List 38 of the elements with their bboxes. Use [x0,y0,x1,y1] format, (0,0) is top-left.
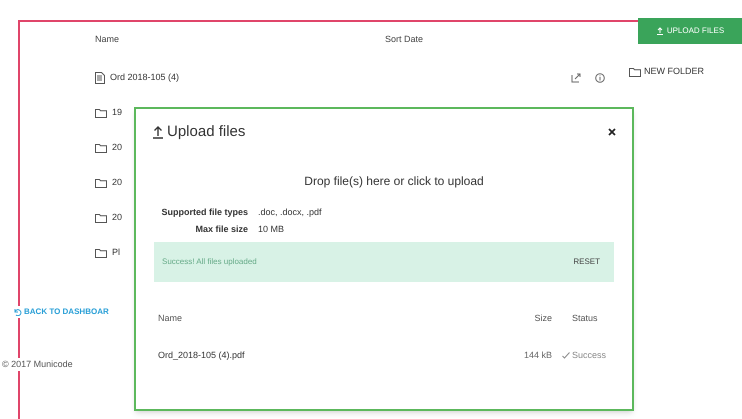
document-icon [95,72,105,84]
folder-icon [629,66,641,77]
info-value: .doc, .docx, .pdf [258,206,322,219]
info-label: Max file size [194,223,248,236]
file-name[interactable]: 20 [112,210,122,224]
folder-icon [95,178,107,188]
folder-icon [95,248,107,258]
drop-zone-text[interactable]: Drop file(s) here or click to upload [156,172,632,190]
folder-icon [95,212,107,222]
upload-icon [152,125,164,140]
table-cell-text: Success [572,349,606,362]
info-label: Supported file types [160,206,248,219]
info-value: 10 MB [258,223,284,236]
progress-text: Success! All files uploaded [162,256,257,268]
folder-icon [95,142,107,152]
file-name[interactable]: 20 [112,176,122,190]
info-icon[interactable] [595,72,605,82]
reset-button[interactable]: RESET [573,256,600,268]
share-icon[interactable] [571,72,581,82]
upload-icon [656,27,664,35]
check-icon [562,352,570,360]
file-name[interactable]: 19 [112,106,122,120]
copyright-text: © 2017 Municode [2,358,73,371]
dialog-title: Upload files [167,122,246,142]
column-header: Name [95,33,120,46]
column-header: Sort Date [385,33,424,46]
column-header: Status [571,312,599,324]
column-header: Name [158,312,184,324]
file-name[interactable]: 20 [112,140,122,154]
new-folder-button[interactable]: NEW FOLDER [629,65,742,78]
file-name[interactable]: Ord 2018-105 (4) [110,70,180,84]
folder-icon [95,108,107,118]
table-cell-text: Ord_2018-105 (4).pdf [158,349,246,362]
undo-arrow-icon[interactable] [14,308,22,316]
table-cell-text: 144 kB [522,349,552,362]
close-button[interactable] [608,128,616,136]
file-name[interactable]: Pl [112,246,120,260]
column-header: Size [533,312,552,324]
